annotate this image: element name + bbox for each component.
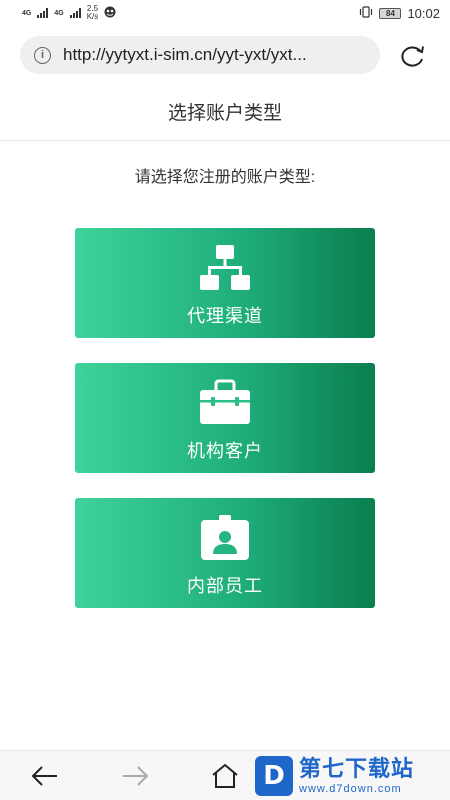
battery-indicator: 84	[379, 7, 402, 19]
speed-unit: K/s	[86, 12, 99, 21]
watermark-logo: D	[255, 756, 293, 796]
status-time: 10:02	[407, 5, 440, 21]
signal-icon	[69, 8, 81, 18]
vibrate-icon	[359, 5, 373, 21]
browser-address-row: i http://yytyxt.i-sim.cn/yyt-yxt/yxt...	[0, 34, 450, 78]
browser-status-icon	[104, 6, 116, 21]
id-badge-icon	[197, 512, 253, 564]
info-icon[interactable]: i	[34, 46, 51, 64]
status-bar: 4G 4G 2.5 K/s 84 10:02	[0, 0, 450, 26]
back-button[interactable]	[28, 759, 62, 793]
refresh-icon	[401, 46, 424, 67]
card-agent-channel[interactable]: 代理渠道	[75, 228, 375, 338]
card-label: 机构客户	[187, 441, 263, 461]
page-title: 选择账户类型	[167, 103, 282, 124]
network-type-1: 4G	[22, 9, 32, 17]
org-chart-icon	[197, 242, 253, 294]
network-speed: 2.5 K/s	[87, 5, 99, 21]
card-internal-staff[interactable]: 内部员工	[75, 498, 375, 608]
home-icon	[212, 763, 238, 788]
card-label: 内部员工	[187, 576, 263, 596]
refresh-button[interactable]	[397, 42, 429, 70]
header-divider	[0, 140, 450, 141]
card-label: 代理渠道	[187, 306, 263, 326]
forward-button[interactable]	[118, 759, 152, 793]
url-text[interactable]: http://yytyxt.i-sim.cn/yyt-yxt/yxt...	[63, 45, 363, 65]
briefcase-icon	[197, 377, 253, 429]
card-institution-client[interactable]: 机构客户	[75, 363, 375, 473]
status-left: 4G 4G 2.5 K/s	[22, 5, 116, 21]
arrow-left-icon	[31, 766, 57, 786]
signal-icon	[37, 8, 49, 18]
status-right: 84 10:02	[359, 6, 440, 21]
watermark-text: 第七下载站 www.d7down.com	[299, 756, 414, 796]
watermark-url: www.d7down.com	[299, 783, 402, 795]
network-type-2: 4G	[54, 9, 64, 17]
home-button[interactable]	[208, 759, 242, 793]
watermark-name: 第七下载站	[299, 756, 415, 781]
arrow-right-icon	[123, 766, 149, 786]
address-bar[interactable]: i http://yytyxt.i-sim.cn/yyt-yxt/yxt...	[20, 36, 380, 74]
site-watermark: D 第七下载站 www.d7down.com	[255, 752, 450, 800]
account-type-prompt: 请选择您注册的账户类型:	[134, 169, 316, 186]
